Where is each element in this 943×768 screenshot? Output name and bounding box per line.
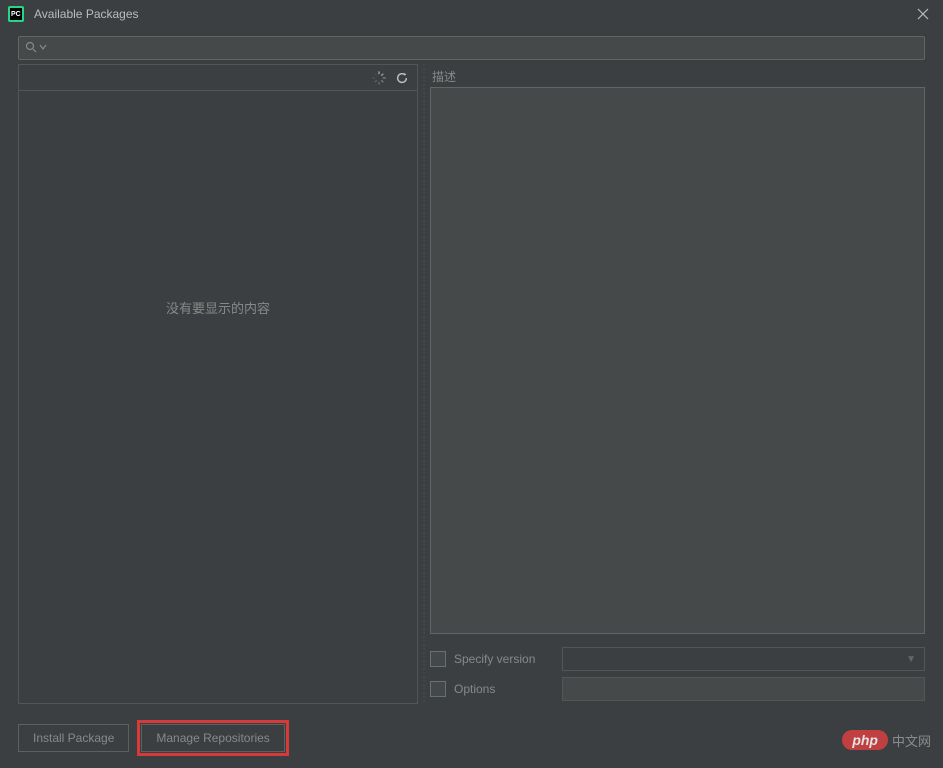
search-input[interactable] [18, 36, 925, 60]
titlebar: PC Available Packages [0, 0, 943, 28]
description-box [430, 87, 925, 634]
specify-version-label: Specify version [454, 652, 554, 666]
package-list-panel: 没有要显示的内容 [18, 64, 418, 704]
manage-repositories-button[interactable]: Manage Repositories [141, 724, 284, 752]
bottom-bar: Install Package Manage Repositories [18, 724, 925, 752]
close-button[interactable] [911, 2, 935, 26]
watermark-text: 中文网 [892, 731, 931, 750]
description-label: 描述 [430, 64, 925, 87]
version-select[interactable]: ▼ [562, 647, 925, 671]
refresh-icon [395, 71, 409, 85]
chevron-down-icon: ▼ [906, 654, 916, 665]
search-icon [25, 41, 37, 56]
close-icon [917, 8, 929, 20]
install-package-button[interactable]: Install Package [18, 724, 129, 752]
package-list-body: 没有要显示的内容 [19, 91, 417, 703]
specify-version-checkbox[interactable] [430, 651, 446, 667]
main-content: 没有要显示的内容 描述 Specify version ▼ Options [18, 64, 925, 704]
specify-version-row: Specify version ▼ [430, 644, 925, 674]
loading-spinner-icon [371, 70, 387, 86]
options-checkbox[interactable] [430, 681, 446, 697]
details-panel: 描述 Specify version ▼ Options [430, 64, 925, 704]
app-icon: PC [8, 6, 24, 22]
watermark-badge: php [842, 730, 888, 750]
search-filter-chevron-icon[interactable] [39, 43, 47, 53]
svg-text:PC: PC [11, 11, 21, 18]
window-title: Available Packages [34, 7, 911, 21]
options-row: Options [430, 674, 925, 704]
panel-splitter[interactable] [418, 64, 430, 704]
refresh-button[interactable] [393, 69, 411, 87]
search-row [0, 28, 943, 64]
watermark: php 中文网 [842, 730, 931, 750]
empty-list-text: 没有要显示的内容 [166, 298, 270, 317]
options-label: Options [454, 682, 554, 696]
package-list-header [19, 65, 417, 91]
options-input[interactable] [562, 677, 925, 701]
